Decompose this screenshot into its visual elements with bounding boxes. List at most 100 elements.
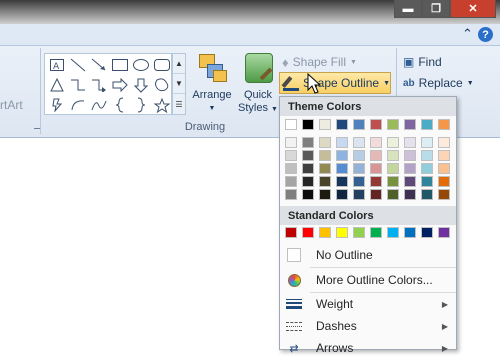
elbow-arrow-shape-icon[interactable] [89,75,109,95]
no-outline-item[interactable]: No Outline [280,244,456,266]
lightning-shape-icon[interactable] [47,95,67,115]
theme-shade-swatch[interactable] [336,163,348,174]
theme-shade-swatch[interactable] [387,150,399,161]
dashes-item[interactable]: Dashes ▶ [280,315,456,337]
theme-shade-swatch[interactable] [404,189,416,200]
standard-color-swatch[interactable] [319,227,331,238]
theme-shade-swatch[interactable] [353,163,365,174]
restore-button[interactable]: ❐ [422,0,450,18]
arrows-item[interactable]: ⇄ Arrows ▶ [280,337,456,359]
theme-shade-swatch[interactable] [370,163,382,174]
theme-shade-swatch[interactable] [285,189,297,200]
theme-color-swatch[interactable] [387,119,399,130]
standard-color-swatch[interactable] [387,227,399,238]
theme-shade-swatch[interactable] [438,137,450,148]
standard-color-swatch[interactable] [285,227,297,238]
theme-shade-swatch[interactable] [438,189,450,200]
theme-shade-swatch[interactable] [302,163,314,174]
arrow-line-shape-icon[interactable] [89,55,109,75]
theme-shade-swatch[interactable] [285,150,297,161]
arc-shape-icon[interactable] [68,95,88,115]
theme-shade-swatch[interactable] [302,137,314,148]
theme-shade-swatch[interactable] [387,189,399,200]
shape-fill-button[interactable]: ♦ Shape Fill ▼ [282,52,357,72]
theme-shade-swatch[interactable] [319,176,331,187]
standard-color-swatch[interactable] [370,227,382,238]
theme-shade-swatch[interactable] [421,163,433,174]
right-brace-shape-icon[interactable] [131,95,151,115]
theme-shade-swatch[interactable] [438,150,450,161]
help-icon[interactable]: ? [478,27,493,42]
theme-shade-swatch[interactable] [438,163,450,174]
oval-shape-icon[interactable] [131,55,151,75]
quick-styles-button[interactable]: Quick Styles ▼ [236,52,280,116]
theme-color-swatch[interactable] [404,119,416,130]
find-button[interactable]: ▣ Find [403,52,442,72]
theme-shade-swatch[interactable] [336,176,348,187]
theme-shade-swatch[interactable] [353,189,365,200]
more-outline-colors-item[interactable]: More Outline Colors... [280,269,456,291]
theme-shade-swatch[interactable] [421,189,433,200]
theme-color-swatch[interactable] [370,119,382,130]
theme-shade-swatch[interactable] [421,176,433,187]
freeform-shape-icon[interactable] [152,75,172,95]
theme-color-swatch[interactable] [302,119,314,130]
weight-item[interactable]: Weight ▶ [280,293,456,315]
theme-shade-swatch[interactable] [285,137,297,148]
elbow-connector-shape-icon[interactable] [68,75,88,95]
gallery-scroll-up-icon[interactable]: ▲ [173,54,185,74]
replace-button[interactable]: ab Replace ▼ [403,73,474,93]
theme-shade-swatch[interactable] [302,150,314,161]
theme-color-swatch[interactable] [353,119,365,130]
theme-shade-swatch[interactable] [404,137,416,148]
theme-shade-swatch[interactable] [319,189,331,200]
theme-shade-swatch[interactable] [353,150,365,161]
theme-shade-swatch[interactable] [302,189,314,200]
shape-outline-button[interactable]: Shape Outline ▼ [279,72,391,94]
gallery-scroll-down-icon[interactable]: ▼ [173,74,185,94]
theme-color-swatch[interactable] [438,119,450,130]
text-box-shape-icon[interactable]: A [47,55,67,75]
triangle-shape-icon[interactable] [47,75,67,95]
theme-shade-swatch[interactable] [370,176,382,187]
theme-shade-swatch[interactable] [404,176,416,187]
minimize-button[interactable]: ▬ [394,0,422,18]
theme-color-swatch[interactable] [319,119,331,130]
theme-shade-swatch[interactable] [319,150,331,161]
theme-shade-swatch[interactable] [302,176,314,187]
curve-shape-icon[interactable] [89,95,109,115]
standard-color-swatch[interactable] [353,227,365,238]
theme-shade-swatch[interactable] [285,176,297,187]
standard-color-swatch[interactable] [404,227,416,238]
theme-shade-swatch[interactable] [421,137,433,148]
star-shape-icon[interactable] [152,95,172,115]
theme-shade-swatch[interactable] [336,137,348,148]
theme-shade-swatch[interactable] [404,163,416,174]
standard-color-swatch[interactable] [302,227,314,238]
theme-shade-swatch[interactable] [319,163,331,174]
standard-color-swatch[interactable] [336,227,348,238]
rounded-rectangle-shape-icon[interactable] [152,55,172,75]
left-brace-shape-icon[interactable] [110,95,130,115]
theme-shade-swatch[interactable] [404,150,416,161]
right-arrow-shape-icon[interactable] [110,75,130,95]
collapse-ribbon-icon[interactable]: ⌃ [462,26,473,42]
theme-shade-swatch[interactable] [353,176,365,187]
theme-shade-swatch[interactable] [319,137,331,148]
line-shape-icon[interactable] [68,55,88,75]
theme-shade-swatch[interactable] [370,189,382,200]
theme-color-swatch[interactable] [285,119,297,130]
theme-shade-swatch[interactable] [336,150,348,161]
theme-shade-swatch[interactable] [336,189,348,200]
theme-shade-swatch[interactable] [387,176,399,187]
theme-shade-swatch[interactable] [438,176,450,187]
theme-shade-swatch[interactable] [353,137,365,148]
close-button[interactable]: ✕ [450,0,496,18]
down-arrow-shape-icon[interactable] [131,75,151,95]
shapes-gallery[interactable]: A [44,53,172,115]
theme-color-swatch[interactable] [421,119,433,130]
standard-color-swatch[interactable] [438,227,450,238]
theme-shade-swatch[interactable] [387,163,399,174]
theme-shade-swatch[interactable] [370,137,382,148]
rectangle-shape-icon[interactable] [110,55,130,75]
